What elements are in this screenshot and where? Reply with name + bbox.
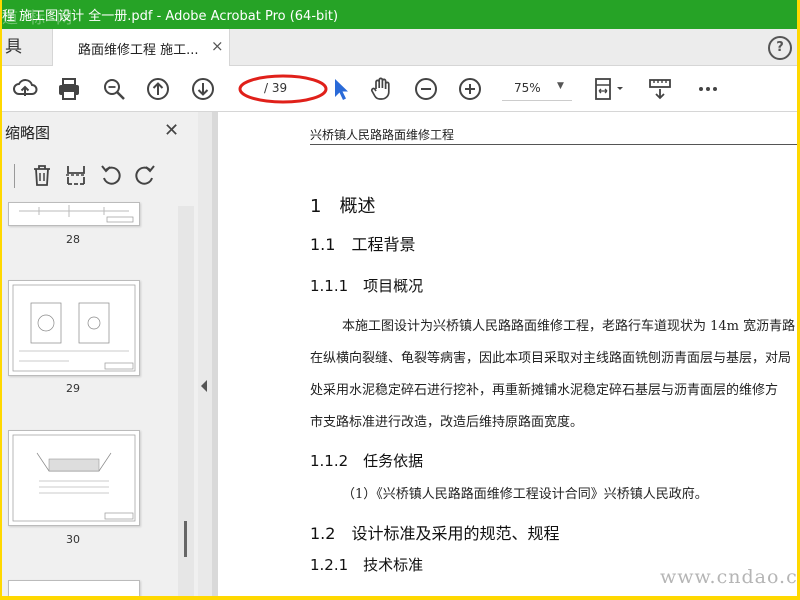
paragraph-line: （1）《兴桥镇人民路路面维修工程设计合同》兴桥镇人民政府。 <box>342 487 708 502</box>
thumbnail-preview <box>12 284 136 372</box>
thumbnail-number: 28 <box>66 233 80 246</box>
toolbar: / 39 75% ▼ <box>2 66 797 112</box>
thumbnail-preview <box>19 205 134 223</box>
delete-page-icon[interactable] <box>30 163 54 187</box>
next-page-icon[interactable] <box>190 76 216 102</box>
paragraph-line: 在纵横向裂缝、龟裂等病害，因此本项目采取对主线路面铣刨沥青面层与基层，对局 <box>310 351 792 366</box>
zoom-value: 75% <box>514 81 541 95</box>
zoom-out-icon[interactable] <box>413 76 439 102</box>
heading-section-1-1-1: 1.1.1 项目概况 <box>310 277 424 295</box>
zoom-dropdown[interactable]: 75% ▼ <box>502 78 572 101</box>
thumbnail-page[interactable] <box>8 580 140 596</box>
tab-document[interactable]: 路面维修工程 施工... × <box>52 29 230 66</box>
tab-tools[interactable]: 具 <box>2 29 45 65</box>
heading-section-1-1: 1.1 工程背景 <box>310 235 416 254</box>
thumbnail-page[interactable] <box>8 202 140 226</box>
zoom-search-icon[interactable] <box>101 76 127 102</box>
prev-page-icon[interactable] <box>145 76 171 102</box>
close-panel-icon[interactable]: ✕ <box>164 120 179 141</box>
paragraph-line: 市支路标准进行改造，改造后维持原路面宽度。 <box>310 415 584 430</box>
header-rule <box>310 144 797 145</box>
thumbnail-page[interactable] <box>8 430 140 526</box>
thumbnail-scrollbar[interactable] <box>178 206 194 596</box>
document-page: 兴桥镇人民路路面维修工程 1 概述 1.1 工程背景 1.1.1 项目概况 本施… <box>218 112 797 596</box>
print-icon[interactable] <box>56 76 82 102</box>
collapse-panel-handle[interactable] <box>198 112 212 596</box>
title-bar: 程 施工图设计 全一册.pdf - Adobe Acrobat Pro (64-… <box>2 0 797 29</box>
tab-bar: 具 路面维修工程 施工... × ? <box>2 29 797 66</box>
site-watermark: www.cndao.com <box>660 566 797 588</box>
rotate-left-icon[interactable] <box>99 163 123 187</box>
zoom-in-icon[interactable] <box>457 76 483 102</box>
document-view[interactable]: 兴桥镇人民路路面维修工程 1 概述 1.1 工程背景 1.1.1 项目概况 本施… <box>212 112 797 596</box>
close-tab-icon[interactable]: × <box>211 37 224 55</box>
heading-section-1-2-1: 1.2.1 技术标准 <box>310 556 424 574</box>
rotate-right-icon[interactable] <box>133 163 157 187</box>
thumbnail-preview <box>12 434 136 522</box>
panel-title: 缩略图 <box>5 124 51 142</box>
paragraph-line: 本施工图设计为兴桥镇人民路路面维修工程，老路行车道现状为 14m 宽沥青路 <box>342 319 796 334</box>
heading-section-1-1-2: 1.1.2 任务依据 <box>310 452 424 470</box>
scrollbar-thumb[interactable] <box>184 521 187 557</box>
toolbar-divider <box>14 164 15 188</box>
collapse-arrow-icon <box>201 380 207 392</box>
thumbnails-panel: 缩略图 ✕ 28 29 30 <box>2 112 199 596</box>
heading-section-1: 1 概述 <box>310 196 376 217</box>
paragraph-line: 处采用水泥稳定碎石进行挖补，再重新摊铺水泥稳定碎石基层与沥青面层的维修方 <box>310 383 779 398</box>
fit-page-icon[interactable] <box>592 76 628 102</box>
upload-icon[interactable] <box>12 76 38 102</box>
thumbnail-toolbar <box>2 158 192 192</box>
extract-page-icon[interactable] <box>64 163 88 187</box>
help-icon[interactable]: ? <box>768 36 792 60</box>
thumbnail-number: 29 <box>66 382 80 395</box>
heading-section-1-2: 1.2 设计标准及采用的规范、规程 <box>310 524 560 543</box>
thumbnail-page[interactable] <box>8 280 140 376</box>
more-icon[interactable] <box>695 76 721 102</box>
measure-tool-icon[interactable] <box>647 76 673 102</box>
page-header: 兴桥镇人民路路面维修工程 <box>310 128 455 142</box>
acrobat-window: 程 施工图设计 全一册.pdf - Adobe Acrobat Pro (64-… <box>2 0 797 596</box>
chevron-down-icon: ▼ <box>557 81 564 91</box>
watermark-logo: 道 标 网 <box>2 8 76 27</box>
highlight-ellipse <box>238 74 328 104</box>
thumbnail-number: 30 <box>66 533 80 546</box>
hand-tool-icon[interactable] <box>368 76 394 102</box>
select-cursor-icon[interactable] <box>328 76 354 102</box>
tab-document-label: 路面维修工程 施工... <box>78 43 199 58</box>
